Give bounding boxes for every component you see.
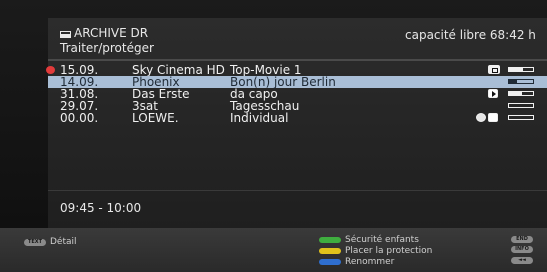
yellow-key-label: Placer la protection	[345, 246, 433, 256]
green-key-icon	[319, 237, 341, 243]
yellow-key-legend[interactable]: Placer la protection	[319, 246, 432, 256]
timer-icon	[476, 113, 486, 122]
watched-progress-bar	[508, 67, 534, 72]
yellow-key-icon	[319, 248, 341, 254]
blue-key-label: Renommer	[345, 257, 395, 267]
end-button-icon: END	[511, 236, 533, 243]
info-button-icon: INFO	[511, 246, 533, 253]
rewind-button-icon: ◄◄	[511, 257, 533, 264]
watched-progress-bar	[508, 91, 534, 96]
header-divider	[48, 59, 547, 61]
back-button[interactable]: ◄◄	[511, 257, 533, 264]
watched-progress-bar	[508, 79, 534, 84]
free-capacity: capacité libre 68:42 h	[405, 28, 536, 42]
recording-channel: LOEWE.	[132, 111, 179, 125]
archive-subtitle: Traiter/protéger	[60, 41, 154, 55]
recording-title: Individual	[230, 111, 289, 125]
play-icon	[488, 89, 498, 98]
archive-folder-icon	[60, 26, 71, 40]
text-button-icon: TEXT	[24, 238, 46, 246]
recording-row[interactable]: 14.09. Phoenix Bon(n) jour Berlin	[48, 76, 547, 88]
blue-key-legend[interactable]: Renommer	[319, 257, 394, 267]
time-range: 09:45 - 10:00	[60, 201, 142, 215]
archive-title-label: ARCHIVE DR	[74, 26, 149, 40]
info-button[interactable]: INFO	[511, 246, 533, 253]
button-legend: TEXT Détail Sécurité enfants Placer la p…	[0, 228, 547, 272]
time-divider	[48, 190, 547, 191]
folder-icon	[488, 113, 498, 122]
end-button[interactable]: END	[511, 236, 533, 243]
recording-status-icons	[488, 89, 498, 99]
recording-status-icons	[476, 113, 498, 123]
watched-progress-bar	[508, 103, 534, 108]
child-lock-icon	[46, 66, 55, 74]
recording-status-icons	[488, 65, 500, 75]
archive-title: ARCHIVE DR	[60, 26, 148, 40]
recordings-list: 15.09. Sky Cinema HD Top-Movie 1 14.09. Phoe…	[46, 64, 547, 124]
recording-date: 00.00.	[60, 111, 99, 125]
tv-recordings-screen: ARCHIVE DR Traiter/protéger capacité lib…	[0, 0, 547, 272]
recording-row[interactable]: 29.07. 3sat Tagesschau	[48, 100, 547, 112]
recording-row[interactable]: 00.00. LOEWE. Individual	[48, 112, 547, 124]
detail-legend[interactable]: TEXT Détail	[24, 237, 77, 247]
green-key-label: Sécurité enfants	[345, 235, 419, 245]
green-key-legend[interactable]: Sécurité enfants	[319, 235, 419, 245]
watched-progress-bar	[508, 115, 534, 120]
lock-badge-icon	[488, 65, 500, 74]
detail-label: Détail	[50, 237, 77, 247]
blue-key-icon	[319, 259, 341, 265]
